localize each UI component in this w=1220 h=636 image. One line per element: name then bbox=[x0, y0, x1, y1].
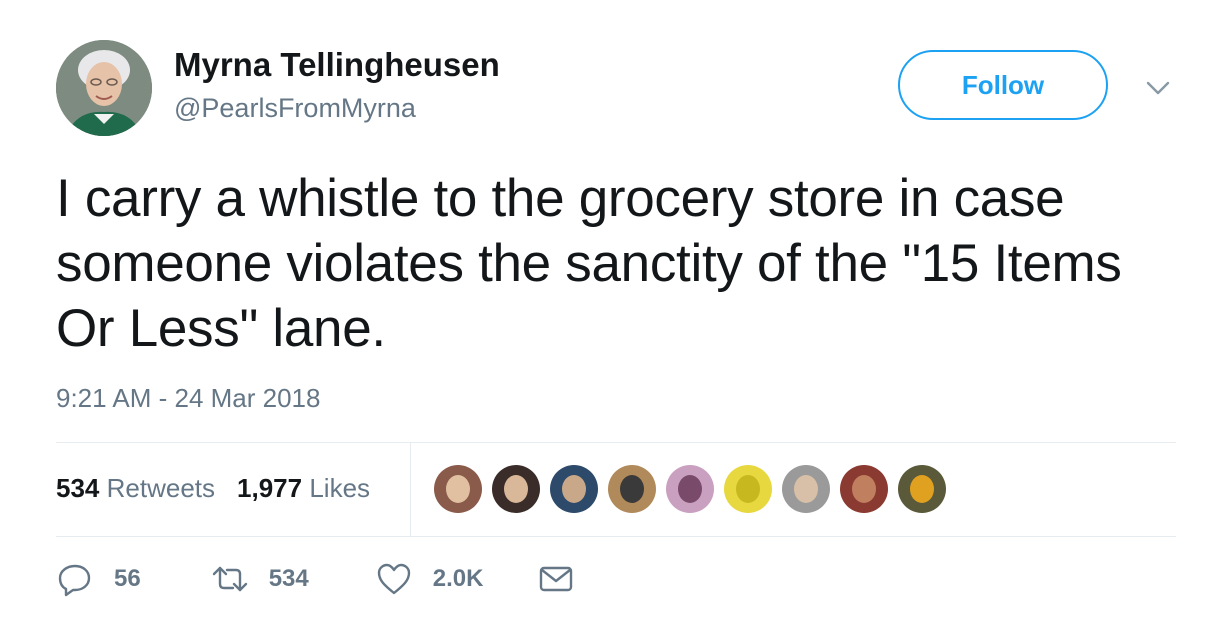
tweet-text: I carry a whistle to the grocery store i… bbox=[56, 169, 1122, 358]
divider bbox=[56, 442, 1176, 443]
retweets-stat[interactable]: 534 Retweets bbox=[56, 473, 215, 504]
liker-avatar[interactable] bbox=[898, 465, 946, 513]
liker-avatar-image bbox=[840, 465, 888, 513]
display-name[interactable]: Myrna Tellingheusen bbox=[174, 46, 500, 84]
liker-avatar[interactable] bbox=[550, 465, 598, 513]
reply-count: 56 bbox=[114, 565, 141, 592]
liker-avatar-image bbox=[782, 465, 830, 513]
likes-count: 1,977 bbox=[237, 473, 303, 503]
follow-button[interactable]: Follow bbox=[898, 50, 1108, 120]
user-handle[interactable]: @PearlsFromMyrna bbox=[174, 93, 416, 124]
likers-avatars bbox=[434, 465, 956, 513]
tweet-timestamp[interactable]: 9:21 AM - 24 Mar 2018 bbox=[56, 383, 320, 414]
liker-avatar-image bbox=[898, 465, 946, 513]
tweet-actions: 56 534 2.0K bbox=[56, 560, 575, 598]
retweets-count: 534 bbox=[56, 473, 100, 503]
liker-avatar[interactable] bbox=[492, 465, 540, 513]
liker-avatar[interactable] bbox=[608, 465, 656, 513]
retweet-count: 534 bbox=[268, 565, 309, 592]
avatar-image bbox=[56, 40, 152, 136]
like-button[interactable]: 2.0K bbox=[375, 560, 484, 598]
envelope-icon bbox=[540, 566, 573, 592]
liker-avatar[interactable] bbox=[782, 465, 830, 513]
liker-avatar-image bbox=[724, 465, 772, 513]
retweet-icon bbox=[212, 566, 247, 592]
liker-avatar[interactable] bbox=[434, 465, 482, 513]
heart-icon bbox=[377, 563, 410, 595]
stats-divider bbox=[410, 443, 411, 536]
reply-button[interactable]: 56 bbox=[56, 560, 141, 598]
avatar[interactable] bbox=[56, 40, 152, 136]
direct-message-button[interactable] bbox=[537, 560, 575, 598]
liker-avatar[interactable] bbox=[724, 465, 772, 513]
likes-stat[interactable]: 1,977 Likes bbox=[237, 473, 370, 504]
liker-avatar-image bbox=[550, 465, 598, 513]
like-count: 2.0K bbox=[432, 565, 484, 592]
reply-icon bbox=[58, 564, 91, 597]
liker-avatar[interactable] bbox=[840, 465, 888, 513]
liker-avatar[interactable] bbox=[666, 465, 714, 513]
likes-label: Likes bbox=[309, 473, 371, 503]
liker-avatar-image bbox=[608, 465, 656, 513]
liker-avatar-image bbox=[434, 465, 482, 513]
tweet-stats: 534 Retweets 1,977 Likes bbox=[56, 473, 370, 504]
divider bbox=[56, 536, 1176, 537]
liker-avatar-image bbox=[492, 465, 540, 513]
retweets-label: Retweets bbox=[106, 473, 216, 503]
liker-avatar-image bbox=[666, 465, 714, 513]
chevron-down-icon[interactable] bbox=[1144, 74, 1172, 102]
retweet-button[interactable]: 534 bbox=[211, 560, 309, 598]
